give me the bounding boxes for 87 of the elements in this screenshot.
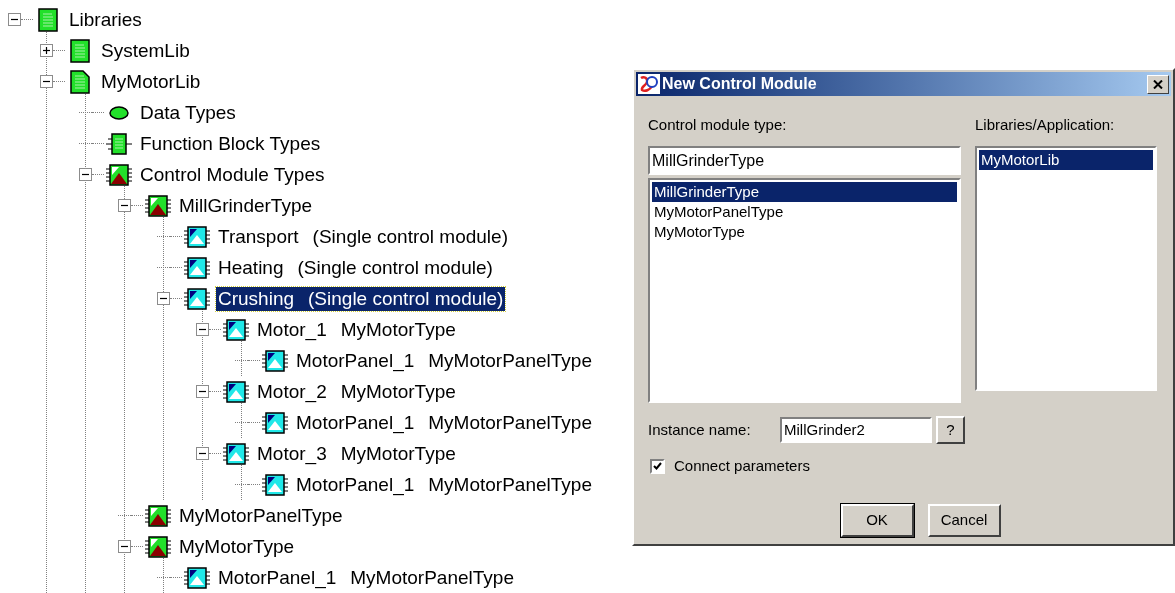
collapse-icon[interactable] bbox=[118, 199, 131, 212]
tree-item[interactable]: Motor_3 MyMotorType bbox=[255, 441, 458, 466]
item-detail: MyMotorPanelType bbox=[428, 472, 592, 497]
item-name: Crushing bbox=[218, 286, 295, 311]
module-icon bbox=[261, 410, 289, 435]
app-logo-icon bbox=[638, 74, 660, 94]
tree-item[interactable]: MyMotorLib bbox=[99, 69, 203, 94]
tree-item[interactable]: MyMotorType bbox=[177, 534, 297, 559]
module-icon bbox=[183, 286, 211, 311]
module-icon bbox=[222, 317, 250, 342]
list-item[interactable]: MillGrinderType bbox=[652, 182, 957, 202]
list-item[interactable]: MyMotorType bbox=[652, 222, 957, 242]
function-block-icon bbox=[106, 131, 132, 156]
module-icon bbox=[144, 503, 172, 528]
item-name: MotorPanel_1 bbox=[296, 410, 415, 435]
collapse-icon[interactable] bbox=[118, 540, 131, 553]
module-icon bbox=[261, 348, 289, 373]
oval-icon bbox=[109, 105, 129, 120]
tree-item[interactable]: Libraries bbox=[67, 7, 144, 32]
tree-item[interactable]: Transport (Single control module) bbox=[216, 224, 510, 249]
field-label: Libraries/Application: bbox=[975, 115, 1116, 132]
tree-item[interactable]: Heating (Single control module) bbox=[216, 255, 495, 280]
collapse-icon[interactable] bbox=[157, 292, 170, 305]
module-icon bbox=[105, 162, 133, 187]
list-item[interactable]: MyMotorPanelType bbox=[652, 202, 957, 222]
collapse-icon[interactable] bbox=[196, 447, 209, 460]
checkbox-label: Connect parameters bbox=[674, 456, 810, 476]
item-name: Transport bbox=[218, 224, 299, 249]
document-icon bbox=[70, 69, 90, 94]
item-name: MotorPanel_1 bbox=[296, 348, 415, 373]
tree-item[interactable]: MillGrinderType bbox=[177, 193, 315, 218]
checkbox[interactable] bbox=[650, 458, 665, 474]
help-button[interactable]: ? bbox=[936, 416, 965, 444]
check-icon bbox=[653, 462, 662, 471]
close-icon bbox=[1153, 79, 1163, 89]
tree-item[interactable]: Function Block Types bbox=[138, 131, 323, 156]
module-icon bbox=[144, 193, 172, 218]
tree-item[interactable]: SystemLib bbox=[99, 38, 192, 63]
module-icon bbox=[222, 441, 250, 466]
tree-item[interactable]: Crushing (Single control module) bbox=[216, 286, 506, 311]
item-detail: (Single control module) bbox=[297, 255, 493, 280]
window-title: New Control Module bbox=[662, 74, 818, 94]
module-icon bbox=[261, 472, 289, 497]
dialog-button[interactable]: Cancel bbox=[927, 503, 1001, 537]
field-label: Control module type: bbox=[648, 115, 788, 132]
tree-item[interactable]: MotorPanel_1 MyMotorPanelType bbox=[216, 565, 516, 590]
collapse-icon[interactable] bbox=[79, 168, 92, 181]
module-icon bbox=[183, 255, 211, 280]
tree-item[interactable]: Motor_2 MyMotorType bbox=[255, 379, 458, 404]
item-detail: MyMotorPanelType bbox=[350, 565, 514, 590]
item-name: MotorPanel_1 bbox=[296, 472, 415, 497]
close-button[interactable] bbox=[1147, 74, 1169, 94]
item-name: Motor_3 bbox=[257, 441, 327, 466]
module-icon bbox=[183, 565, 211, 590]
tree-item[interactable]: MotorPanel_1 MyMotorPanelType bbox=[294, 472, 594, 497]
collapse-icon[interactable] bbox=[196, 385, 209, 398]
instance-field[interactable]: MillGrinder2 bbox=[780, 417, 932, 443]
collapse-icon[interactable] bbox=[8, 13, 21, 26]
tree-item[interactable]: MyMotorPanelType bbox=[177, 503, 345, 528]
item-detail: (Single control module) bbox=[308, 286, 504, 311]
module-icon bbox=[183, 224, 211, 249]
module-icon bbox=[144, 534, 172, 559]
collapse-icon[interactable] bbox=[196, 323, 209, 336]
item-detail: MyMotorType bbox=[340, 441, 456, 466]
expand-icon[interactable] bbox=[40, 44, 53, 57]
tree-item[interactable]: MotorPanel_1 MyMotorPanelType bbox=[294, 410, 594, 435]
tree-item[interactable]: Motor_1 MyMotorType bbox=[255, 317, 458, 342]
item-name: Motor_2 bbox=[257, 379, 327, 404]
item-detail: MyMotorType bbox=[340, 379, 456, 404]
item-name: Motor_1 bbox=[257, 317, 327, 342]
dialog-button[interactable]: OK bbox=[840, 503, 914, 537]
tree-item[interactable]: Control Module Types bbox=[138, 162, 327, 187]
document-icon bbox=[70, 38, 90, 63]
list-item[interactable]: MyMotorLib bbox=[979, 150, 1153, 170]
tree-item[interactable]: Data Types bbox=[138, 100, 238, 125]
item-name: Heating bbox=[218, 255, 284, 280]
module-icon bbox=[222, 379, 250, 404]
field-label: Instance name: bbox=[648, 419, 752, 440]
document-icon bbox=[38, 7, 58, 32]
collapse-icon[interactable] bbox=[40, 75, 53, 88]
item-detail: MyMotorPanelType bbox=[428, 348, 592, 373]
tree-item[interactable]: MotorPanel_1 MyMotorPanelType bbox=[294, 348, 594, 373]
item-detail: (Single control module) bbox=[312, 224, 508, 249]
item-detail: MyMotorPanelType bbox=[428, 410, 592, 435]
type-field[interactable]: MillGrinderType bbox=[648, 146, 961, 175]
item-detail: MyMotorType bbox=[340, 317, 456, 342]
item-name: MotorPanel_1 bbox=[218, 565, 337, 590]
